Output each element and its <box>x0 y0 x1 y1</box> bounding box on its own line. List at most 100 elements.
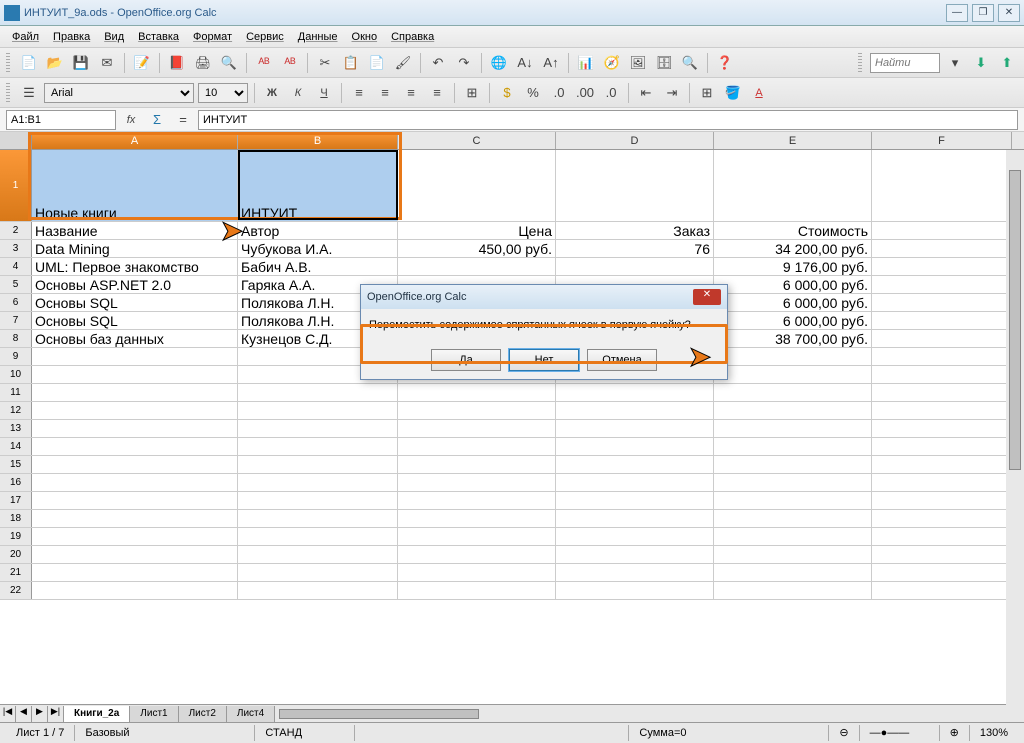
help-icon[interactable]: ❓ <box>714 52 736 74</box>
cell[interactable] <box>398 582 556 599</box>
row-header[interactable]: 4 <box>0 258 32 275</box>
cell[interactable]: 76 <box>556 240 714 257</box>
cell[interactable] <box>398 402 556 419</box>
menu-tools[interactable]: Сервис <box>240 29 290 45</box>
cell[interactable] <box>238 384 398 401</box>
cell[interactable] <box>714 528 872 545</box>
cell[interactable] <box>872 564 1012 581</box>
dialog-close-icon[interactable]: ✕ <box>693 289 721 305</box>
dec-indent-icon[interactable]: ⇤ <box>635 82 657 104</box>
bgcolor-icon[interactable]: 🪣 <box>722 82 744 104</box>
cell[interactable] <box>238 564 398 581</box>
del-decimal-icon[interactable]: .0 <box>600 82 622 104</box>
cell[interactable] <box>32 366 238 383</box>
cell[interactable] <box>238 474 398 491</box>
col-header-F[interactable]: F <box>872 132 1012 149</box>
cell[interactable] <box>238 438 398 455</box>
menu-edit[interactable]: Правка <box>47 29 96 45</box>
row-header[interactable]: 18 <box>0 510 32 527</box>
cell[interactable] <box>32 546 238 563</box>
menu-help[interactable]: Справка <box>385 29 440 45</box>
cell[interactable] <box>872 348 1012 365</box>
new-icon[interactable]: 📄 <box>18 52 40 74</box>
row-header[interactable]: 10 <box>0 366 32 383</box>
cell[interactable] <box>556 546 714 563</box>
tab-last-icon[interactable]: ▶| <box>48 706 64 722</box>
cell[interactable]: UML: Первое знакомство <box>32 258 238 275</box>
cell[interactable] <box>872 222 1012 239</box>
cell[interactable] <box>556 528 714 545</box>
row-header[interactable]: 19 <box>0 528 32 545</box>
align-center-icon[interactable]: ≡ <box>374 82 396 104</box>
col-header-D[interactable]: D <box>556 132 714 149</box>
vertical-scrollbar[interactable] <box>1006 150 1024 720</box>
cell[interactable] <box>556 492 714 509</box>
cell[interactable] <box>238 528 398 545</box>
cell[interactable] <box>714 564 872 581</box>
col-header-E[interactable]: E <box>714 132 872 149</box>
currency-icon[interactable]: $ <box>496 82 518 104</box>
pdf-icon[interactable]: 📕 <box>166 52 188 74</box>
cell[interactable] <box>872 528 1012 545</box>
cell[interactable] <box>714 366 872 383</box>
dialog-yes-button[interactable]: Да <box>431 349 501 371</box>
fx-icon[interactable]: fx <box>120 109 142 131</box>
cell[interactable]: ИНТУИТ <box>238 150 398 221</box>
datasource-icon[interactable]: 🗄 <box>653 52 675 74</box>
search-down-icon[interactable]: ⬇ <box>970 52 992 74</box>
paste-icon[interactable]: 📄 <box>366 52 388 74</box>
sort-asc-icon[interactable]: A↓ <box>514 52 536 74</box>
row-header[interactable]: 16 <box>0 474 32 491</box>
cell[interactable]: Название <box>32 222 238 239</box>
row-header[interactable]: 17 <box>0 492 32 509</box>
cell[interactable] <box>872 366 1012 383</box>
cell[interactable] <box>714 402 872 419</box>
name-box[interactable] <box>6 110 116 130</box>
sheet-tab-4[interactable]: Лист4 <box>227 706 275 722</box>
print-icon[interactable]: 🖨 <box>192 52 214 74</box>
cell[interactable] <box>32 564 238 581</box>
close-button[interactable]: ✕ <box>998 4 1020 22</box>
cell[interactable] <box>32 474 238 491</box>
cell[interactable]: 6 000,00 руб. <box>714 312 872 329</box>
cell[interactable]: Бабич А.В. <box>238 258 398 275</box>
cell[interactable] <box>714 456 872 473</box>
cell[interactable] <box>398 546 556 563</box>
copy-icon[interactable]: 📋 <box>340 52 362 74</box>
select-all-corner[interactable] <box>0 132 32 149</box>
menu-format[interactable]: Формат <box>187 29 238 45</box>
cell[interactable] <box>872 546 1012 563</box>
cell[interactable] <box>714 474 872 491</box>
cell[interactable]: Основы SQL <box>32 294 238 311</box>
cell[interactable] <box>872 420 1012 437</box>
horizontal-scrollbar[interactable] <box>275 706 1024 722</box>
cell[interactable] <box>556 420 714 437</box>
cell[interactable] <box>556 258 714 275</box>
row-header[interactable]: 8 <box>0 330 32 347</box>
cell[interactable] <box>32 582 238 599</box>
cell[interactable] <box>556 384 714 401</box>
cell[interactable]: Основы ASP.NET 2.0 <box>32 276 238 293</box>
cell[interactable] <box>556 510 714 527</box>
cell[interactable] <box>398 564 556 581</box>
autospell-icon[interactable]: ᴬᴮ <box>279 52 301 74</box>
align-justify-icon[interactable]: ≡ <box>426 82 448 104</box>
cell[interactable] <box>398 150 556 221</box>
dialog-titlebar[interactable]: OpenOffice.org Calc ✕ <box>361 285 727 309</box>
cell[interactable]: Основы баз данных <box>32 330 238 347</box>
number-icon[interactable]: .0 <box>548 82 570 104</box>
chart-icon[interactable]: 📊 <box>575 52 597 74</box>
cell[interactable] <box>872 474 1012 491</box>
row-header[interactable]: 6 <box>0 294 32 311</box>
cell[interactable] <box>398 528 556 545</box>
cell[interactable] <box>714 582 872 599</box>
menu-view[interactable]: Вид <box>98 29 130 45</box>
styles-icon[interactable]: ☰ <box>18 82 40 104</box>
cell[interactable] <box>872 258 1012 275</box>
navigator-icon[interactable]: 🧭 <box>601 52 623 74</box>
cell[interactable] <box>714 438 872 455</box>
format-grip[interactable] <box>6 83 10 103</box>
row-header[interactable]: 11 <box>0 384 32 401</box>
cell[interactable] <box>556 438 714 455</box>
row-header[interactable]: 12 <box>0 402 32 419</box>
